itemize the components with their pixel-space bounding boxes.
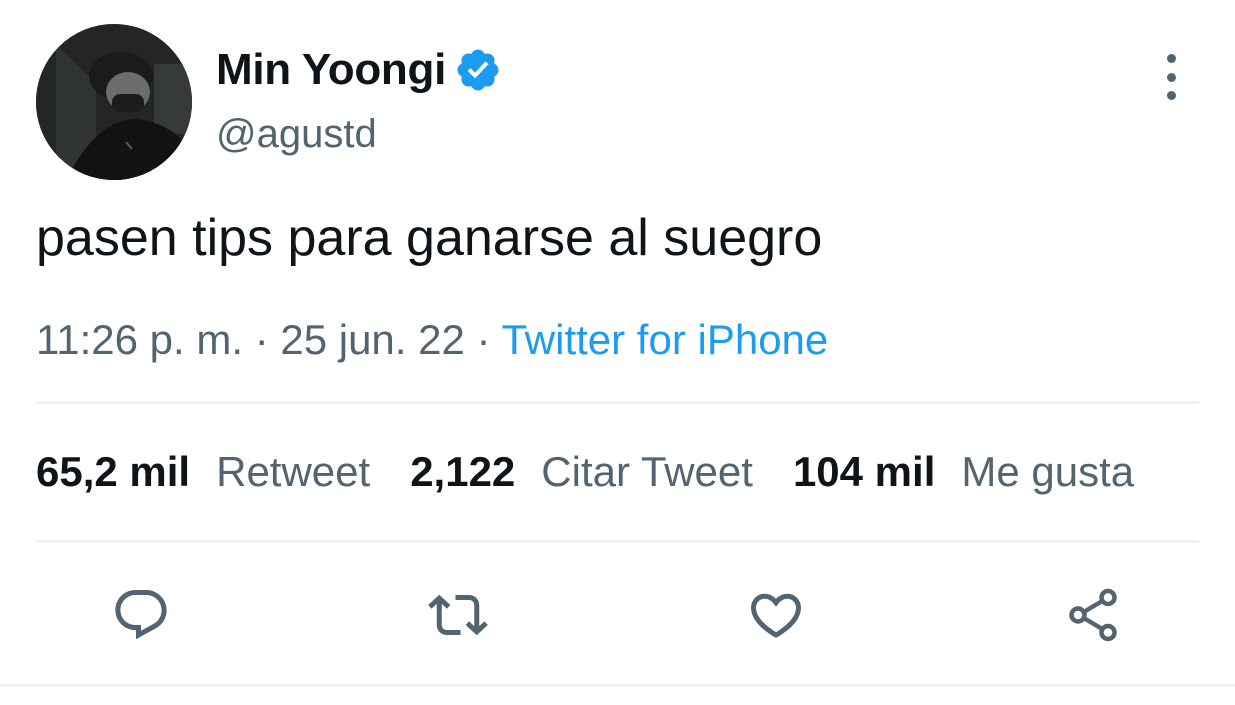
quotes-stat[interactable]: 2,122 Citar Tweet xyxy=(410,444,753,500)
author-row: Min Yoongi xyxy=(216,40,502,100)
divider xyxy=(0,684,1235,687)
more-dot xyxy=(1166,91,1176,100)
share-icon xyxy=(1069,588,1117,642)
more-dot xyxy=(1166,72,1176,82)
author-handle[interactable]: @agustd xyxy=(216,112,377,157)
like-icon xyxy=(750,593,802,638)
avatar[interactable] xyxy=(36,24,192,180)
retweets-count: 65,2 mil xyxy=(36,448,191,495)
retweet-button[interactable] xyxy=(423,580,493,650)
tweet-text: pasen tips para ganarse al suegro xyxy=(36,209,823,267)
likes-stat[interactable]: 104 mil Me gusta xyxy=(793,444,1134,500)
quotes-label: Citar Tweet xyxy=(541,448,753,495)
tweet-actions xyxy=(0,580,1235,650)
quotes-count: 2,122 xyxy=(410,448,516,495)
meta-separator: · xyxy=(254,316,269,363)
tweet-time[interactable]: 11:26 p. m. xyxy=(36,316,243,363)
reply-icon xyxy=(115,590,167,640)
divider xyxy=(36,540,1199,543)
display-name[interactable]: Min Yoongi xyxy=(216,45,446,95)
tweet-detail: Min Yoongi @agustd pasen tips para ganar… xyxy=(0,0,1235,705)
meta-separator: · xyxy=(476,316,491,363)
verified-badge-icon xyxy=(457,49,499,91)
avatar-photo xyxy=(36,24,192,180)
retweets-label: Retweet xyxy=(216,448,371,495)
retweet-icon xyxy=(428,594,488,636)
reply-button[interactable] xyxy=(106,580,176,650)
likes-label: Me gusta xyxy=(961,448,1135,495)
like-button[interactable] xyxy=(741,580,811,650)
tweet-meta: 11:26 p. m. · 25 jun. 22 · Twitter for i… xyxy=(36,312,828,368)
likes-count: 104 mil xyxy=(792,448,936,495)
retweets-stat[interactable]: 65,2 mil Retweet xyxy=(36,444,370,500)
more-options-icon[interactable] xyxy=(1150,52,1192,102)
tweet-stats: 65,2 mil Retweet 2,122 Citar Tweet 104 m… xyxy=(36,444,1134,500)
divider xyxy=(36,401,1199,404)
share-button[interactable] xyxy=(1058,580,1128,650)
tweet-source-link[interactable]: Twitter for iPhone xyxy=(501,316,828,363)
tweet-date[interactable]: 25 jun. 22 xyxy=(280,316,465,363)
more-dot xyxy=(1166,54,1176,63)
